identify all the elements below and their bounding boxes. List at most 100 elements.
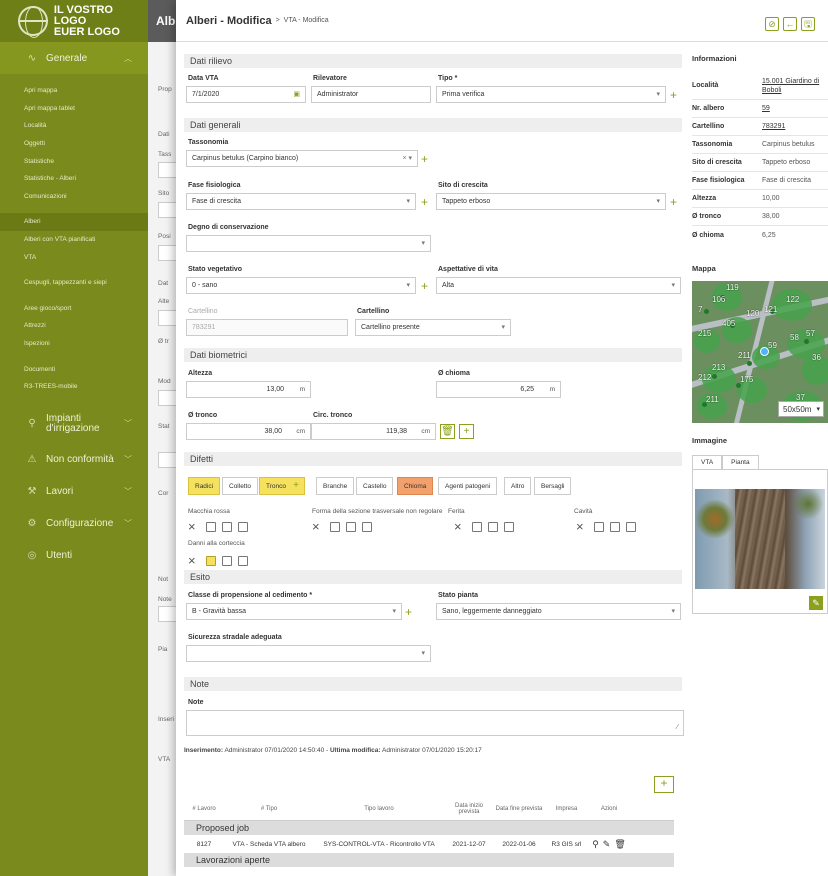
close-icon[interactable]: × [312,520,324,533]
checkbox[interactable] [626,522,636,532]
confirm-button[interactable]: ⊘ [765,17,779,31]
add-measure-button[interactable]: + [459,424,474,439]
trash-icon[interactable]: 🗑 [614,839,625,850]
tronco-input[interactable]: 38,00 cm [186,423,311,440]
altezza-input[interactable]: 13,00 m [186,381,311,398]
sidebar-section-config[interactable]: ⚙ Configurazione ﹀ [0,508,148,540]
checkbox[interactable] [206,522,216,532]
sidebar-item[interactable]: Oggetti [0,135,148,153]
sidebar-item[interactable]: Ispezioni [0,335,148,353]
tab-altro[interactable]: Altro [504,477,532,495]
sidebar-item[interactable]: Statistiche - Alberi [0,170,148,188]
tab-colletto[interactable]: Colletto [222,477,259,495]
sidebar-item[interactable]: Alberi con VTA pianificati [0,231,148,249]
sidebar-section-utenti[interactable]: ◎ Utenti [0,540,148,572]
sidebar-item[interactable]: Attrezzi [0,317,148,335]
checkbox[interactable] [222,556,232,566]
location-map[interactable]: 119 106 122 7 120 121 405 215 59 58 57 2… [692,281,828,423]
edit-image-pencil-icon[interactable]: ✎ [809,596,823,610]
checkbox[interactable] [362,522,372,532]
col-header[interactable]: # Lavoro [184,806,224,812]
add-tassonomia-button[interactable]: + [421,153,428,165]
calendar-icon[interactable]: ▣ [293,90,300,98]
checkbox[interactable] [238,522,248,532]
table-row[interactable]: 8127 VTA - Scheda VTA albero SYS-CONTROL… [184,835,674,853]
add-fase-button[interactable]: + [421,196,428,208]
add-classe-button[interactable]: + [405,606,412,618]
add-stato-button[interactable]: + [421,280,428,292]
tab-tronco[interactable]: Tronco + [259,477,305,495]
nr-albero-link[interactable]: 59 [762,105,770,112]
sidebar-item[interactable]: Apri mappa [0,82,148,100]
data-vta-input[interactable]: 7/1/2020 ▣ [186,86,306,103]
sidebar-item[interactable]: Apri mappa tablet [0,100,148,118]
close-icon[interactable]: × [188,554,200,567]
tree-photo[interactable] [695,489,825,589]
tab-vta[interactable]: VTA [692,455,723,470]
close-icon[interactable]: × [576,520,588,533]
checkbox-selected[interactable] [206,556,216,566]
sidebar-item-alberi[interactable]: Alberi [0,213,148,231]
sidebar-item[interactable]: Località [0,117,148,135]
col-header[interactable]: Tipo lavoro [314,806,444,812]
modal-subtitle[interactable]: VTA - Modifica [284,17,329,24]
degno-conservazione-select[interactable]: ▾ [186,235,431,252]
note-textarea[interactable]: ⁄ [186,710,684,736]
sidebar-section-lavori[interactable]: ⚒ Lavori ﹀ [0,476,148,508]
sidebar-item[interactable]: Statistiche [0,152,148,170]
sidebar-item[interactable]: VTA [0,248,148,266]
tab-pianta[interactable]: Pianta [722,455,759,470]
circ-tronco-input[interactable]: 119,38 cm [311,423,436,440]
tab-radici[interactable]: Radici [188,477,221,495]
cartellino-link[interactable]: 783291 [762,123,785,130]
add-lavoro-button[interactable]: + [654,776,674,793]
sidebar-item[interactable]: Aree gioco/sport [0,300,148,318]
sidebar-section-generale[interactable]: ∿ Generale ︿ [0,42,148,74]
col-header[interactable]: Data fine prevista [494,806,544,812]
rilevatore-input[interactable]: Administrator [311,86,431,103]
checkbox[interactable] [610,522,620,532]
checkbox[interactable] [330,522,340,532]
sicurezza-stradale-select[interactable]: ▾ [186,645,431,662]
col-header[interactable]: # Tipo [224,806,314,812]
classe-propensione-select[interactable]: B - Gravità bassa ▾ [186,603,402,620]
tipo-select[interactable]: Prima verifica ▾ [436,86,666,103]
tassonomia-select[interactable]: Carpinus betulus (Carpino bianco) × ▾ [186,150,418,167]
map-scale-select[interactable]: 50x50m ▾ [778,401,824,417]
back-button[interactable]: ← [783,17,797,31]
sidebar-item[interactable]: R3-TREES-mobile [0,378,148,396]
stato-pianta-select[interactable]: Sano, leggermente danneggiato ▾ [436,603,681,620]
logo[interactable]: IL VOSTRO LOGO EUER LOGO [0,0,148,42]
tab-castello[interactable]: Castello [356,477,394,495]
checkbox[interactable] [488,522,498,532]
tab-chioma[interactable]: Chioma [397,477,434,495]
sidebar-section-nonconf[interactable]: ⚠ Non conformità ﹀ [0,444,148,476]
save-button[interactable]: 🖫 [801,17,815,31]
search-icon[interactable]: ⚲ [592,839,599,850]
checkbox[interactable] [504,522,514,532]
sidebar-section-impianti[interactable]: ⚲ Impianti d'irrigazione ﹀ [0,404,148,444]
sidebar-item[interactable]: Cespugli, tappezzanti e siepi [0,274,148,292]
chioma-input[interactable]: 6,25 m [436,381,561,398]
close-icon[interactable]: × [188,520,200,533]
checkbox[interactable] [472,522,482,532]
stato-vegetativo-select[interactable]: 0 - sano ▾ [186,277,416,294]
cartellino-select[interactable]: Cartellino presente ▾ [355,319,511,336]
clear-chevron-icon[interactable]: × ▾ [402,154,412,162]
fase-fisiologica-select[interactable]: Fase di crescita ▾ [186,193,416,210]
tab-branche[interactable]: Branche [316,477,355,495]
delete-icon[interactable]: 🗑 [440,424,455,439]
resize-handle-icon[interactable]: ⁄ [677,724,678,731]
checkbox[interactable] [222,522,232,532]
aspettative-vita-select[interactable]: Alta ▾ [436,277,681,294]
add-tipo-button[interactable]: + [670,89,677,101]
localita-link[interactable]: 15.001 Giardino di Boboli [762,77,826,95]
col-header[interactable]: Data inizio prevista [444,803,494,815]
checkbox[interactable] [594,522,604,532]
sidebar-item[interactable]: Documenti [0,360,148,378]
checkbox[interactable] [238,556,248,566]
add-sito-button[interactable]: + [670,196,677,208]
tab-bersagli[interactable]: Bersagli [534,477,572,495]
close-icon[interactable]: × [454,520,466,533]
checkbox[interactable] [346,522,356,532]
